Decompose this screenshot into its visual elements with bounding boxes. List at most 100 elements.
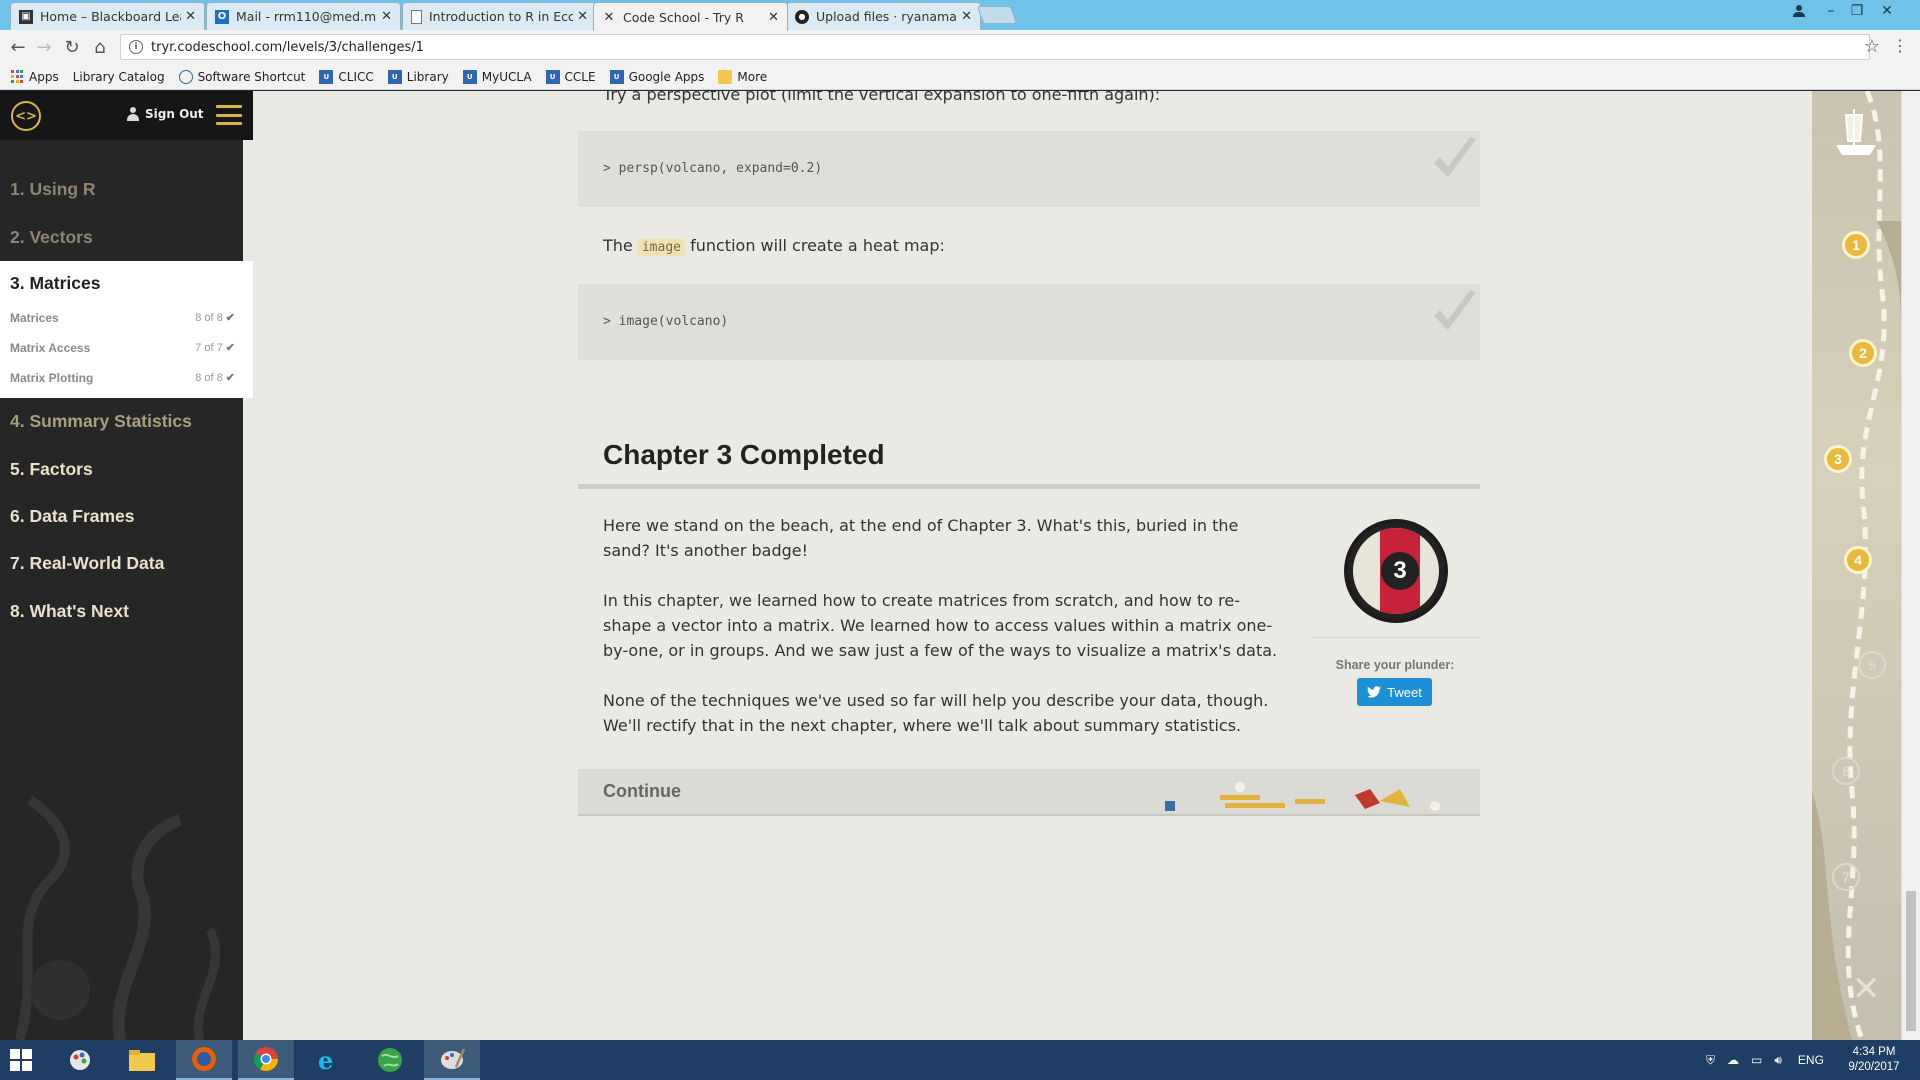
bookmark-library[interactable]: U Library: [387, 69, 449, 84]
sign-out-button[interactable]: Sign Out: [126, 107, 204, 121]
image-instruction: The image function will create a heat ma…: [603, 233, 945, 260]
ship-icon: [1836, 109, 1876, 155]
page-scrollbar[interactable]: [1901, 91, 1920, 1040]
map-stop-3[interactable]: 3: [1824, 445, 1852, 473]
close-icon[interactable]: ✕: [381, 9, 392, 24]
globe-app-icon[interactable]: [362, 1040, 418, 1080]
new-tab-button[interactable]: [976, 6, 1018, 24]
paint-app-icon[interactable]: [52, 1040, 108, 1080]
bookmark-more[interactable]: More: [718, 69, 767, 84]
internet-explorer-icon[interactable]: e: [300, 1040, 356, 1080]
back-icon[interactable]: ←: [6, 35, 30, 59]
windows-taskbar: e ⛨ ☁ ▭ 🔊︎ ENG 4:34 PM 9/20/2017: [0, 1040, 1920, 1080]
volume-icon[interactable]: 🔊︎: [1774, 1053, 1782, 1068]
tab-intro-r[interactable]: Introduction to R in Ecol ✕: [402, 2, 597, 30]
stop-number: 5: [1868, 657, 1876, 673]
ucla-icon: U: [545, 69, 560, 84]
bookmark-star-icon[interactable]: ☆: [1864, 36, 1880, 57]
sidebar-item-data-frames[interactable]: 6. Data Frames: [0, 496, 243, 536]
home-icon[interactable]: ⌂: [88, 35, 112, 59]
chrome-icon[interactable]: [238, 1040, 294, 1080]
menu-kebab-icon[interactable]: ⋮: [1892, 36, 1908, 55]
svg-text:e: e: [318, 1046, 333, 1074]
codeschool-icon: ✕: [603, 9, 615, 25]
section-matrix-plotting[interactable]: Matrix Plotting 8 of 8 ✔: [10, 371, 235, 385]
blackboard-icon: ▣: [19, 9, 33, 24]
language-indicator[interactable]: ENG: [1798, 1053, 1824, 1067]
network-icon[interactable]: ▭: [1751, 1053, 1762, 1067]
scrollbar-thumb[interactable]: [1906, 891, 1916, 1031]
sidebar-item-using-r[interactable]: 1. Using R: [0, 169, 243, 209]
file-explorer-icon[interactable]: [114, 1040, 170, 1080]
text-fragment: function will create a heat map:: [690, 236, 945, 255]
url-input[interactable]: i tryr.codeschool.com/levels/3/challenge…: [120, 34, 1870, 60]
user-icon: [126, 107, 140, 121]
lock-icon: [178, 69, 193, 84]
bookmark-myucla[interactable]: U MyUCLA: [462, 69, 532, 84]
sidebar-item-matrices[interactable]: 3. Matrices: [10, 273, 100, 294]
bookmark-label: CLICC: [338, 69, 374, 84]
bookmark-library-catalog[interactable]: Library Catalog: [0, 70, 165, 169]
tweet-label: Tweet: [1387, 684, 1422, 700]
code-school-logo[interactable]: <>: [11, 101, 41, 131]
map-stop-1[interactable]: 1: [1842, 231, 1870, 259]
map-stop-7[interactable]: 7: [1832, 863, 1860, 891]
code-example-persp[interactable]: > persp(volcano, expand=0.2): [578, 131, 1480, 207]
folder-icon: [718, 69, 733, 84]
sidebar-item-matrices-expanded: 3. Matrices Matrices 8 of 8 ✔ Matrix Acc…: [0, 261, 253, 398]
map-stop-2[interactable]: 2: [1849, 339, 1877, 367]
firefox-icon[interactable]: [176, 1040, 232, 1080]
section-matrix-access[interactable]: Matrix Access 7 of 7 ✔: [10, 341, 235, 355]
map-stop-5[interactable]: 5: [1858, 651, 1886, 679]
tab-mail[interactable]: O Mail - rrm110@med.mia ✕: [206, 2, 401, 30]
profile-icon[interactable]: [1784, 0, 1814, 22]
divider: [1313, 637, 1480, 638]
divider: [578, 484, 1480, 489]
chapter-completed-title: Chapter 3 Completed: [603, 439, 885, 470]
tweet-button[interactable]: Tweet: [1357, 678, 1432, 706]
paint-brush-app-icon[interactable]: [424, 1040, 480, 1080]
sidebar-item-factors[interactable]: 5. Factors: [0, 449, 243, 489]
stop-number: 1: [1852, 237, 1860, 253]
bookmarks-bar: Apps Library Catalog Software Shortcut U…: [0, 64, 1920, 169]
restore-icon[interactable]: ❐: [1842, 0, 1872, 22]
continue-button[interactable]: Continue: [578, 769, 1480, 814]
outlook-icon: O: [215, 9, 229, 24]
windows-start-icon[interactable]: [10, 1049, 32, 1071]
close-icon[interactable]: ✕: [768, 10, 779, 25]
apps-grid-icon: [10, 69, 24, 84]
sidebar-header: <> Sign Out: [0, 91, 253, 140]
taskbar-clock[interactable]: 4:34 PM 9/20/2017: [1836, 1045, 1912, 1075]
map-stop-6[interactable]: 6: [1832, 757, 1860, 785]
sidebar-item-vectors[interactable]: 2. Vectors: [0, 217, 243, 257]
close-icon[interactable]: ✕: [577, 9, 588, 24]
info-icon[interactable]: i: [129, 40, 143, 54]
tab-blackboard[interactable]: ▣ Home – Blackboard Lear ✕: [10, 2, 205, 30]
bookmark-clicc[interactable]: U CLICC: [319, 69, 374, 84]
progress-map: 1 2 3 4 5 6 7 ✕: [1812, 91, 1901, 1040]
section-matrices[interactable]: Matrices 8 of 8 ✔: [10, 311, 235, 325]
shield-icon[interactable]: ⛨: [1706, 1053, 1715, 1068]
map-stop-4[interactable]: 4: [1844, 546, 1872, 574]
network-cloud-icon[interactable]: ☁: [1727, 1053, 1739, 1067]
bookmark-apps[interactable]: Apps: [10, 70, 59, 84]
close-icon[interactable]: ✕: [185, 9, 196, 24]
stop-number: 2: [1859, 345, 1867, 361]
close-icon[interactable]: ✕: [961, 9, 972, 24]
sidebar-item-summary-statistics[interactable]: 4. Summary Statistics: [0, 401, 243, 441]
hamburger-menu-icon[interactable]: [216, 105, 242, 125]
code-example-image[interactable]: > image(volcano): [578, 284, 1480, 360]
bookmark-google-apps[interactable]: U Google Apps: [609, 69, 704, 84]
tab-github[interactable]: ● Upload files · ryanamarti ✕: [786, 2, 981, 30]
close-window-icon[interactable]: ✕: [1872, 0, 1902, 22]
bookmark-software-shortcut[interactable]: Software Shortcut: [178, 69, 305, 84]
bookmark-ccle[interactable]: U CCLE: [545, 69, 596, 84]
tab-code-school[interactable]: ✕ Code School - Try R ✕: [593, 2, 788, 31]
address-bar: ← → ↻ ⌂ i tryr.codeschool.com/levels/3/c…: [0, 30, 1920, 64]
main-content: Try a perspective plot (limit the vertic…: [254, 91, 1812, 1040]
sidebar-item-real-world-data[interactable]: 7. Real-World Data: [0, 543, 243, 583]
reload-icon[interactable]: ↻: [60, 35, 84, 59]
forward-icon[interactable]: →: [32, 35, 56, 59]
sidebar-item-whats-next[interactable]: 8. What's Next: [0, 591, 243, 631]
page: <> Sign Out 1. Using R 2. Vectors 3. Mat…: [0, 91, 1920, 1040]
